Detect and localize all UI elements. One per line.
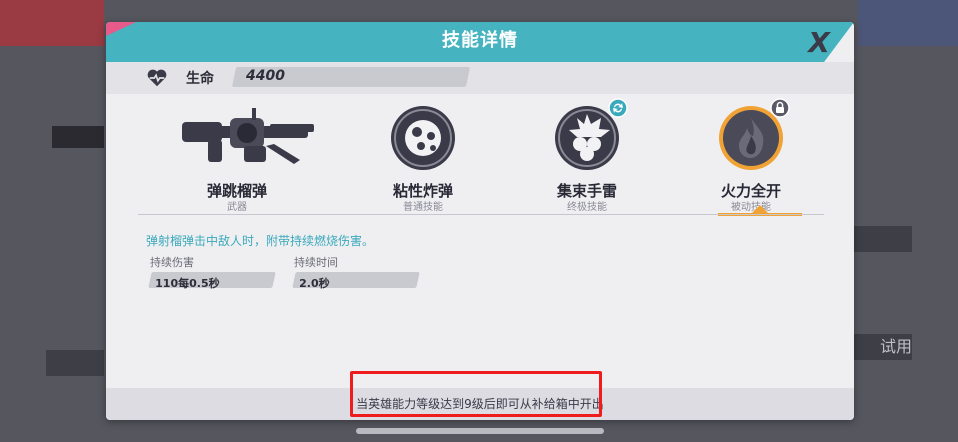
swap-icon [608, 98, 628, 118]
home-indicator[interactable] [356, 428, 604, 434]
skill-detail-dialog: 技能详情 X 生命 4400 弹跳榴弹 武器 粘性炸弹 普通技能 集束手雷 终极… [106, 22, 854, 420]
background-left-panel [0, 90, 104, 376]
skill-type: 普通技能 [403, 202, 443, 213]
attribute-label: 持续时间 [294, 256, 338, 269]
selected-indicator-arrow [752, 205, 768, 213]
attribute-label: 持续伤害 [150, 256, 194, 269]
trial-button[interactable]: 试用 [854, 334, 912, 360]
skill-list: 弹跳榴弹 武器 粘性炸弹 普通技能 集束手雷 终极技能 火力全开 被动技能 [106, 94, 854, 220]
heart-pulse-icon [147, 69, 167, 87]
attribute-value-bar: 2.0秒 [292, 272, 420, 290]
skill-cluster-grenade[interactable]: 集束手雷 终极技能 [532, 98, 642, 213]
skill-description: 弹射榴弹击中敌人时，附带持续燃烧伤害。 [146, 234, 375, 248]
attribute-duration-time: 持续时间 2.0秒 [292, 254, 424, 290]
health-value: 4400 [246, 68, 285, 84]
health-label: 生命 [186, 71, 214, 87]
skill-weapon[interactable]: 弹跳榴弹 武器 [182, 100, 314, 213]
dialog-title: 技能详情 [442, 30, 518, 51]
skill-type: 终极技能 [567, 202, 607, 213]
attribute-value-bar: 110每0.5秒 [148, 272, 276, 290]
background-button [46, 350, 104, 376]
close-button[interactable]: X [802, 28, 836, 58]
background-tag [52, 126, 104, 148]
home-button[interactable] [858, 0, 958, 46]
skill-type: 被动技能 [731, 202, 771, 213]
highlight-annotation [350, 371, 602, 417]
divider [138, 214, 824, 215]
grenade-launcher-icon [182, 108, 314, 164]
lock-icon [770, 98, 790, 118]
skill-full-firepower[interactable]: 火力全开 被动技能 [696, 98, 806, 213]
skill-sticky-bomb[interactable]: 粘性炸弹 普通技能 [368, 100, 478, 213]
sticky-bomb-icon [391, 106, 455, 170]
attribute-value: 2.0秒 [299, 277, 330, 290]
skill-type: 武器 [227, 202, 247, 213]
health-stat-row: 生命 4400 [106, 62, 854, 94]
attribute-duration-damage: 持续伤害 110每0.5秒 [148, 254, 280, 290]
attribute-value: 110每0.5秒 [155, 277, 220, 290]
back-button[interactable] [0, 0, 104, 46]
background-button [854, 226, 912, 252]
